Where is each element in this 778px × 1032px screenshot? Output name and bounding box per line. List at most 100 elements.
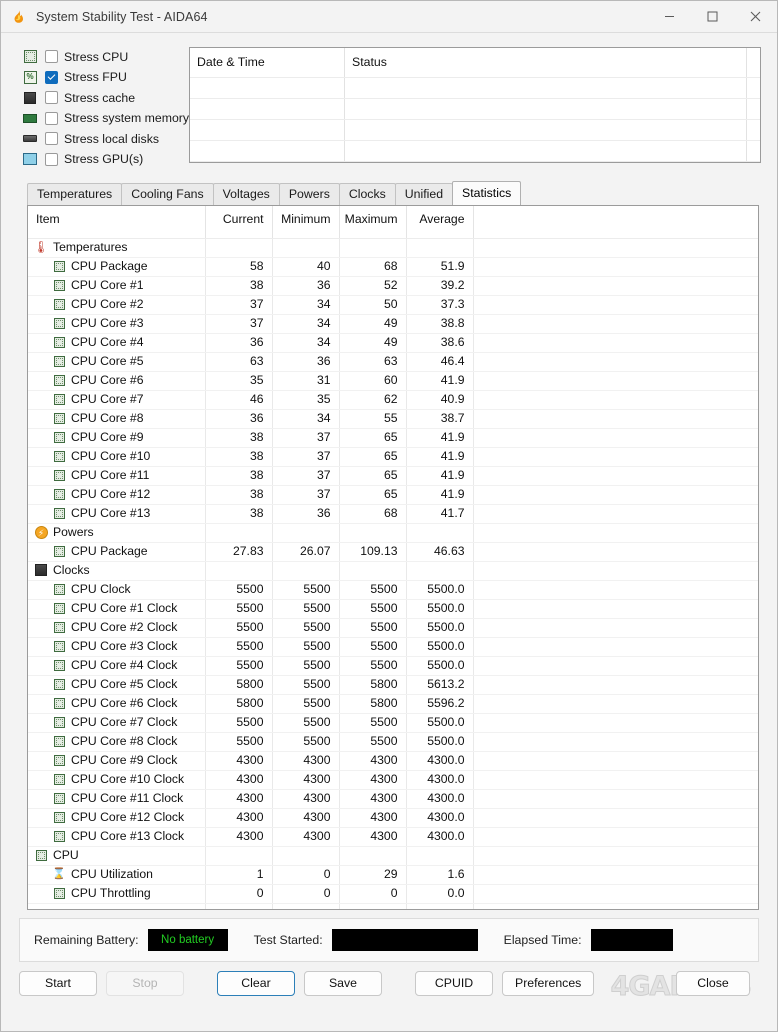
- header-item[interactable]: Item: [28, 206, 206, 239]
- statistics-filler-cell: [473, 694, 758, 714]
- tab-clocks[interactable]: Clocks: [338, 183, 396, 205]
- statistics-average-cell: 5613.2: [406, 675, 474, 695]
- tab-powers[interactable]: Powers: [278, 183, 340, 205]
- stress-option-checkbox-1[interactable]: [45, 70, 58, 84]
- header-average[interactable]: Average: [406, 206, 474, 239]
- table-row[interactable]: CPU Core #13 38 36 68 41.7: [28, 504, 758, 524]
- tab-temperatures[interactable]: Temperatures: [27, 183, 123, 205]
- chip-icon: [53, 659, 65, 671]
- table-row[interactable]: CPU Throttling 0 0 0 0.0: [28, 884, 758, 904]
- table-row[interactable]: CPU Package 58 40 68 51.9: [28, 257, 758, 277]
- chip-icon-holder: [52, 335, 66, 349]
- table-row[interactable]: CPU Core #3 37 34 49 38.8: [28, 314, 758, 334]
- statistics-group-row[interactable]: 🌡 Temperatures: [28, 238, 758, 258]
- stress-option-0[interactable]: Stress CPU: [22, 47, 181, 66]
- table-row[interactable]: CPU Core #4 36 34 49 38.6: [28, 333, 758, 353]
- statistics-item-cell: CPU Core #11: [28, 466, 206, 486]
- statistics-current-cell: 0: [205, 884, 273, 904]
- statistics-maximum-cell: 4300: [339, 751, 407, 771]
- table-row[interactable]: CPU Core #8 36 34 55 38.7: [28, 409, 758, 429]
- stress-option-checkbox-5[interactable]: [45, 152, 58, 166]
- table-row[interactable]: CPU Core #10 38 37 65 41.9: [28, 447, 758, 467]
- table-row[interactable]: CPU Core #9 Clock 4300 4300 4300 4300.0: [28, 751, 758, 771]
- tab-voltages[interactable]: Voltages: [212, 183, 280, 205]
- stress-option-checkbox-2[interactable]: [45, 91, 58, 104]
- table-row[interactable]: CPU Core #6 35 31 60 41.9: [28, 371, 758, 391]
- table-row[interactable]: CPU Clock 5500 5500 5500 5500.0: [28, 580, 758, 600]
- statistics-filler-cell: [473, 770, 758, 790]
- statistics-item-cell: CPU Core #8: [28, 409, 206, 429]
- table-row[interactable]: CPU Core #5 Clock 5800 5500 5800 5613.2: [28, 675, 758, 695]
- tab-statistics[interactable]: Statistics: [452, 181, 522, 205]
- statistics-item-cell: CPU Core #13 Clock: [28, 827, 206, 847]
- statistics-current-cell: 1: [205, 865, 273, 885]
- maximize-button[interactable]: [691, 1, 734, 32]
- chip-icon: [53, 640, 65, 652]
- statistics-average-cell: 38.8: [406, 314, 474, 334]
- preferences-button[interactable]: Preferences: [502, 970, 595, 996]
- table-row[interactable]: CPU Core #1 Clock 5500 5500 5500 5500.0: [28, 599, 758, 619]
- event-log-panel[interactable]: Date & Time Status: [189, 47, 761, 163]
- statistics-group-row[interactable]: Clocks: [28, 561, 758, 581]
- table-row[interactable]: ⌛ CPU Utilization 1 0 29 1.6: [28, 865, 758, 885]
- statistics-maximum-cell: 29: [339, 865, 407, 885]
- table-row[interactable]: CPU Core #4 Clock 5500 5500 5500 5500.0: [28, 656, 758, 676]
- stress-option-5[interactable]: Stress GPU(s): [22, 150, 181, 169]
- stress-option-checkbox-4[interactable]: [45, 132, 58, 145]
- table-row[interactable]: CPU Core #2 37 34 50 37.3: [28, 295, 758, 315]
- save-button[interactable]: Save: [304, 970, 382, 996]
- statistics-filler-cell: [473, 314, 758, 334]
- tab-cooling-fans[interactable]: Cooling Fans: [121, 183, 214, 205]
- statistics-filler-cell: [473, 618, 758, 638]
- table-row[interactable]: CPU Core #11 Clock 4300 4300 4300 4300.0: [28, 789, 758, 809]
- statistics-group-row[interactable]: CPU: [28, 846, 758, 866]
- statistics-average-cell: 46.4: [406, 352, 474, 372]
- table-row[interactable]: CPU Core #9 38 37 65 41.9: [28, 428, 758, 448]
- table-row[interactable]: CPU Core #12 38 37 65 41.9: [28, 485, 758, 505]
- table-row[interactable]: CPU Core #8 Clock 5500 5500 5500 5500.0: [28, 732, 758, 752]
- header-maximum[interactable]: Maximum: [339, 206, 407, 239]
- table-row[interactable]: CPU Core #5 63 36 63 46.4: [28, 352, 758, 372]
- table-row[interactable]: CPU Core #7 46 35 62 40.9: [28, 390, 758, 410]
- chip-icon-holder: [52, 487, 66, 501]
- table-row[interactable]: CPU Package 27.83 26.07 109.13 46.63: [28, 542, 758, 562]
- stress-option-4[interactable]: Stress local disks: [22, 129, 181, 148]
- close-dialog-button[interactable]: Close: [676, 970, 750, 996]
- header-current[interactable]: Current: [205, 206, 273, 239]
- start-button[interactable]: Start: [19, 970, 97, 996]
- table-row[interactable]: CPU Core #6 Clock 5800 5500 5800 5596.2: [28, 694, 758, 714]
- test-started-value-box: [331, 929, 478, 951]
- chip-icon-holder: [52, 715, 66, 729]
- stress-option-checkbox-3[interactable]: [45, 111, 58, 125]
- chip-icon: [53, 830, 65, 842]
- stress-option-checkbox-0[interactable]: [45, 50, 58, 63]
- table-row[interactable]: CPU Core #3 Clock 5500 5500 5500 5500.0: [28, 637, 758, 657]
- close-button[interactable]: [734, 1, 777, 32]
- minimize-button[interactable]: [648, 1, 691, 32]
- tab-unified[interactable]: Unified: [394, 183, 454, 205]
- stress-option-3[interactable]: Stress system memory: [22, 109, 189, 128]
- stress-option-1[interactable]: % Stress FPU: [22, 68, 181, 87]
- statistics-item-label: CPU Core #8 Clock: [71, 734, 178, 748]
- chip-icon-holder: [52, 316, 66, 330]
- gpu-card-icon-holder: [22, 151, 38, 167]
- table-row[interactable]: CPU Core #7 Clock 5500 5500 5500 5500.0: [28, 713, 758, 733]
- table-row[interactable]: CPU Core #13 Clock 4300 4300 4300 4300.0: [28, 827, 758, 847]
- header-minimum[interactable]: Minimum: [272, 206, 340, 239]
- table-row[interactable]: CPU Core #11 38 37 65 41.9: [28, 466, 758, 486]
- clear-button[interactable]: Clear: [217, 970, 295, 996]
- statistics-maximum-cell: 4300: [339, 808, 407, 828]
- log-column-status[interactable]: Status: [345, 48, 747, 162]
- statistics-group-row[interactable]: ⚡ Powers: [28, 523, 758, 543]
- table-row[interactable]: CPU Core #10 Clock 4300 4300 4300 4300.0: [28, 770, 758, 790]
- table-row[interactable]: CPU Core #2 Clock 5500 5500 5500 5500.0: [28, 618, 758, 638]
- table-row[interactable]: CPU Core #12 Clock 4300 4300 4300 4300.0: [28, 808, 758, 828]
- statistics-item-label: CPU Core #4 Clock: [71, 658, 178, 672]
- chip-icon: [53, 374, 65, 386]
- cpuid-button[interactable]: CPUID: [415, 970, 493, 996]
- log-column-date-time[interactable]: Date & Time: [190, 48, 345, 162]
- statistics-current-cell: 5500: [205, 599, 273, 619]
- statistics-minimum-cell: 4300: [272, 751, 340, 771]
- stress-option-2[interactable]: Stress cache: [22, 88, 181, 107]
- table-row[interactable]: CPU Core #1 38 36 52 39.2: [28, 276, 758, 296]
